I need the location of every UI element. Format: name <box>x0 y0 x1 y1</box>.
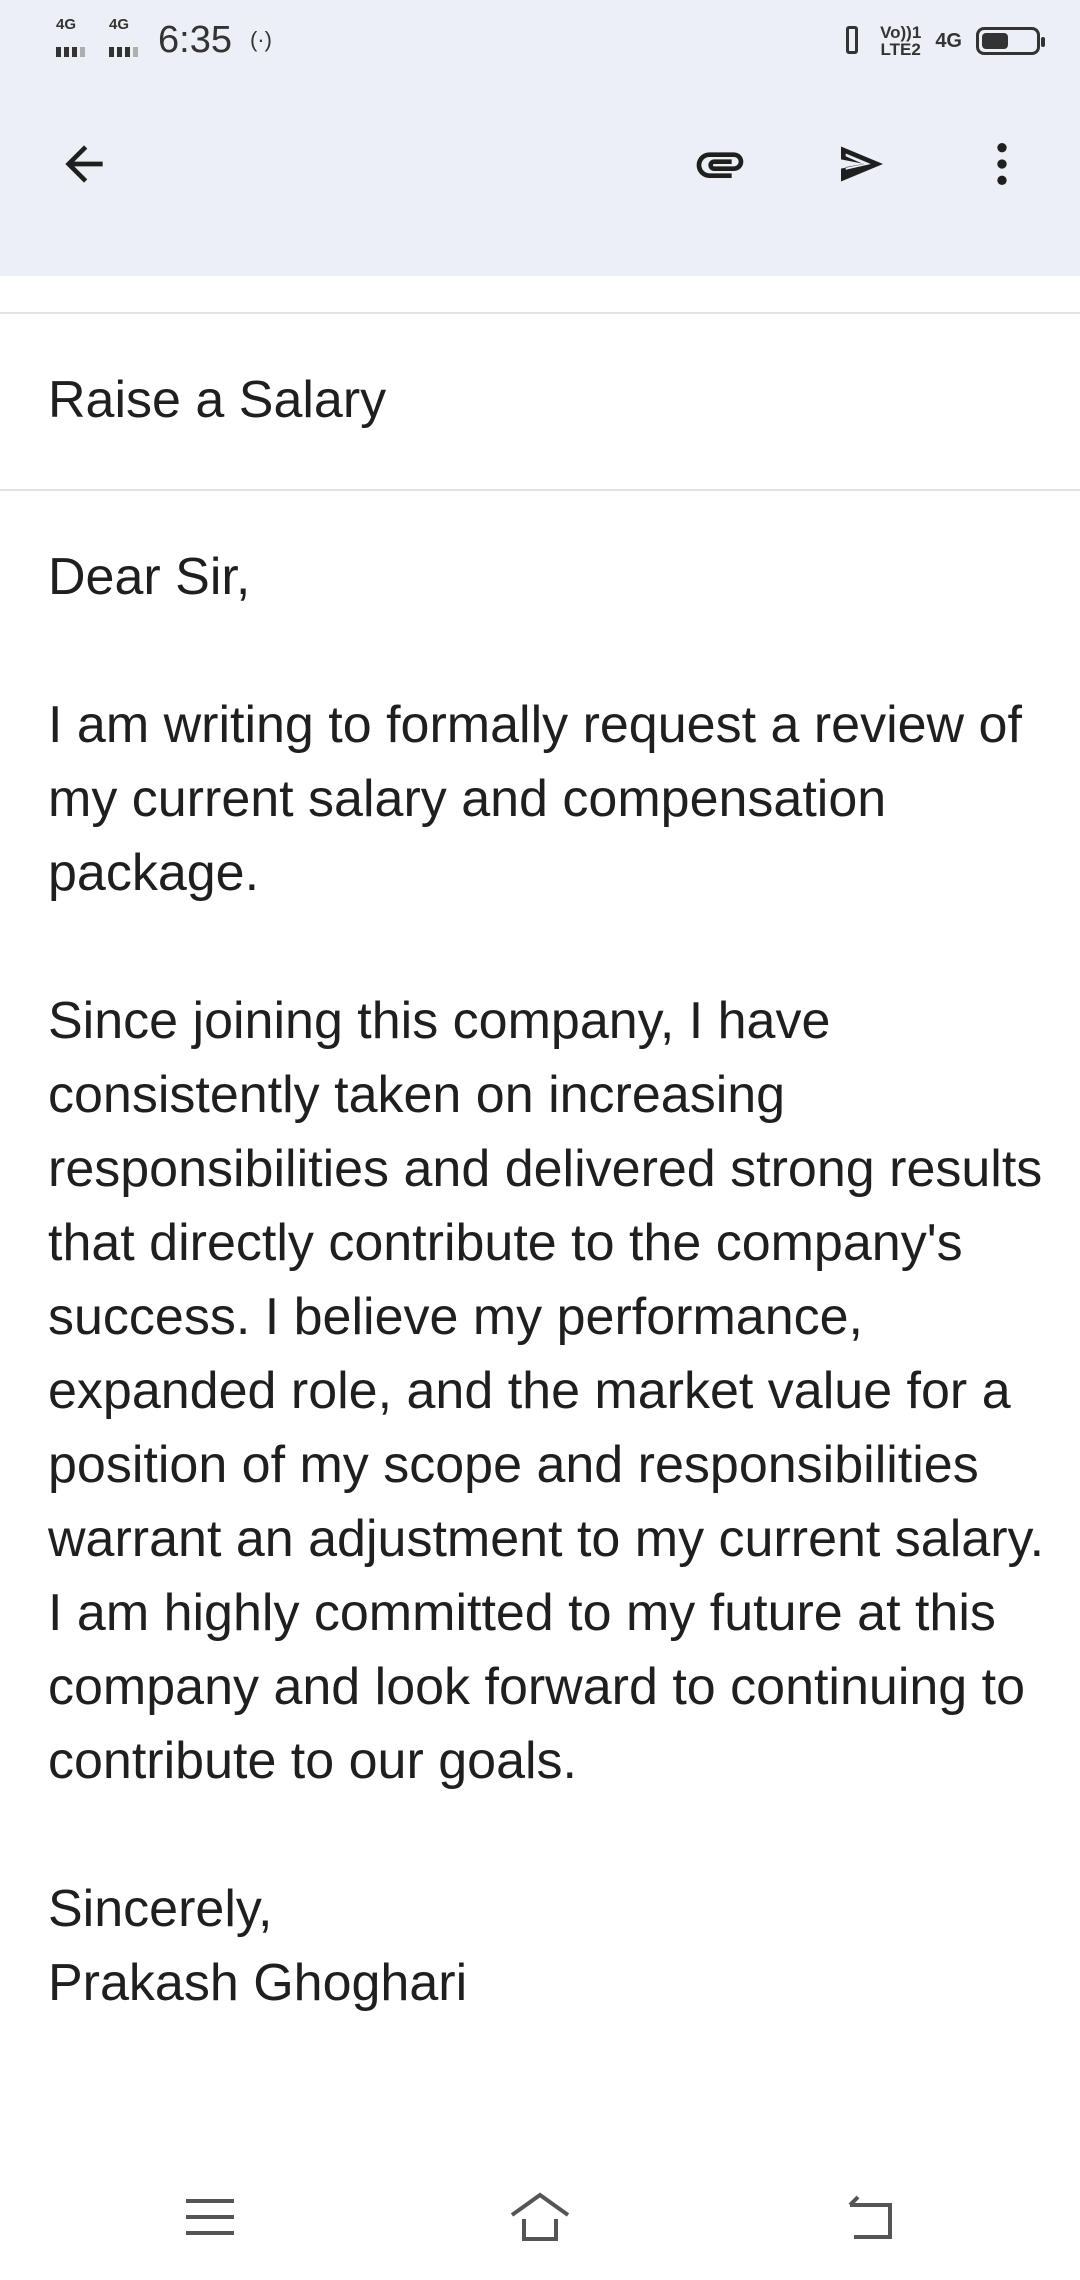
network-type: 4G <box>935 29 962 52</box>
back-arrow-icon[interactable] <box>48 128 120 200</box>
sim1-signal-icon: 4G <box>56 17 85 57</box>
subject-field[interactable]: Raise a Salary <box>48 370 386 430</box>
status-left: 4G 4G 6:35 (·) <box>56 14 272 66</box>
sim2-network-label: 4G <box>109 16 130 33</box>
closing-text: Sincerely, <box>48 1880 273 1938</box>
signature-text: Prakash Ghoghari <box>48 1954 468 2012</box>
body-paragraph-1: I am writing to formally request a revie… <box>48 696 1022 902</box>
home-icon[interactable] <box>500 2182 580 2252</box>
menu-icon[interactable] <box>170 2182 250 2252</box>
system-nav-bar <box>0 2160 1080 2280</box>
battery-icon <box>976 27 1045 55</box>
status-right: Vo))1 LTE2 4G <box>838 16 1045 66</box>
back-nav-icon[interactable] <box>830 2182 910 2252</box>
sim1-network-label: 4G <box>56 16 77 33</box>
status-bar: 4G 4G 6:35 (·) Vo))1 LTE2 4G <box>0 0 1080 80</box>
send-icon[interactable] <box>826 128 898 200</box>
subject-divider <box>0 489 1080 491</box>
volte-line1: Vo))1 <box>880 23 922 42</box>
status-time: 6:35 <box>158 18 232 61</box>
sim2-signal-icon: 4G <box>109 17 138 57</box>
hotspot-icon: (·) <box>249 27 272 52</box>
vibrate-icon <box>838 24 866 58</box>
attach-paperclip-icon[interactable] <box>684 128 756 200</box>
compose-toolbar <box>0 80 1080 276</box>
top-divider <box>0 312 1080 314</box>
volte-indicator: Vo))1 LTE2 <box>880 24 921 58</box>
greeting-text: Dear Sir, <box>48 548 251 606</box>
email-body[interactable]: Dear Sir, I am writing to formally reque… <box>48 540 1058 2020</box>
volte-line2: LTE2 <box>880 40 921 59</box>
more-options-icon[interactable] <box>966 128 1038 200</box>
body-paragraph-2: Since joining this company, I have consi… <box>48 992 1045 1790</box>
